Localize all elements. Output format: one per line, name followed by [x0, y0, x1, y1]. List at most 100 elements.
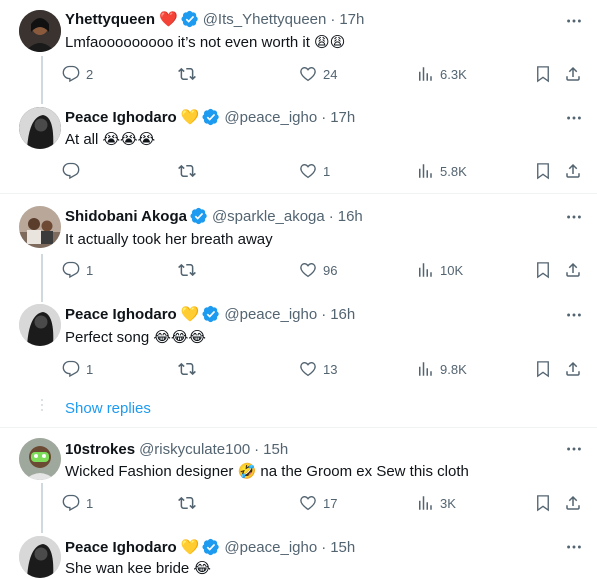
views-button[interactable]: 6.3K	[416, 63, 467, 85]
avatar[interactable]	[19, 438, 61, 480]
heart-icon	[300, 67, 316, 82]
verified-icon	[181, 10, 198, 28]
handle[interactable]: @Its_Yhettyqueen	[203, 11, 327, 28]
tweet-text: At all 😭😭😭	[65, 131, 156, 148]
reply-button[interactable]: 1	[62, 358, 93, 380]
timestamp[interactable]: 17h	[339, 11, 364, 28]
reply-button[interactable]: 2	[62, 63, 93, 85]
more-options-icon[interactable]	[564, 108, 584, 128]
like-button[interactable]: 13	[299, 358, 337, 380]
tweet-text: Lmfaooooooooo it’s not even worth it 😩😩	[65, 34, 346, 51]
handle[interactable]: @sparkle_akoga	[212, 208, 325, 225]
verified-icon	[202, 305, 220, 323]
views-icon	[419, 362, 432, 376]
tweet-text: Wicked Fashion designer 🤣 na the Groom e…	[65, 463, 469, 480]
timestamp[interactable]: 16h	[338, 208, 363, 225]
bookmark-icon	[537, 361, 549, 378]
more-options-icon[interactable]	[564, 305, 584, 325]
reply-button[interactable]: 1	[62, 259, 93, 281]
thread-dots	[40, 399, 44, 414]
bookmark-button[interactable]	[534, 492, 552, 514]
share-button[interactable]	[564, 492, 582, 514]
share-button[interactable]	[564, 259, 582, 281]
like-button[interactable]: 24	[299, 63, 337, 85]
avatar[interactable]	[19, 304, 61, 346]
tweet-text: She wan kee bride 😂	[65, 560, 211, 577]
share-icon	[566, 163, 580, 178]
bookmark-button[interactable]	[534, 63, 552, 85]
views-button[interactable]: 3K	[416, 492, 456, 514]
more-options-icon[interactable]	[564, 439, 584, 459]
like-count: 24	[323, 66, 338, 82]
yellow-heart-emoji-badge: 💛	[180, 538, 200, 556]
like-count: 1	[323, 163, 331, 179]
separator: ·	[321, 538, 327, 556]
handle[interactable]: @peace_igho	[224, 306, 317, 323]
display-name[interactable]: Peace Ighodaro	[65, 306, 177, 323]
display-name[interactable]: Peace Ighodaro	[65, 109, 177, 126]
retweet-icon	[178, 362, 196, 376]
display-name[interactable]: Shidobani Akoga	[65, 208, 187, 225]
retweet-button[interactable]	[178, 259, 202, 281]
separator: ·	[321, 305, 327, 323]
handle[interactable]: @riskyculate100	[139, 441, 250, 458]
avatar[interactable]	[19, 536, 61, 578]
separator: ·	[330, 10, 336, 28]
views-button[interactable]: 9.8K	[416, 358, 467, 380]
handle[interactable]: @peace_igho	[224, 539, 317, 556]
bookmark-button[interactable]	[534, 160, 552, 182]
retweet-button[interactable]	[178, 358, 202, 380]
share-icon	[566, 262, 580, 277]
thread-connector	[41, 483, 43, 533]
timestamp[interactable]: 15h	[263, 441, 288, 458]
bookmark-button[interactable]	[534, 259, 552, 281]
more-options-icon[interactable]	[564, 11, 584, 31]
heart-icon	[300, 362, 316, 377]
like-button[interactable]: 1	[299, 160, 330, 182]
verified-icon	[202, 538, 220, 556]
views-button[interactable]: 10K	[416, 259, 463, 281]
more-options-icon[interactable]	[564, 537, 584, 557]
views-icon	[419, 164, 432, 178]
divider	[0, 193, 597, 194]
share-button[interactable]	[564, 160, 582, 182]
avatar[interactable]	[19, 10, 61, 52]
like-button[interactable]: 17	[299, 492, 337, 514]
avatar[interactable]	[19, 206, 61, 248]
share-icon	[566, 361, 580, 376]
retweet-icon	[178, 263, 196, 277]
reply-button[interactable]	[62, 160, 86, 182]
reply-count: 1	[86, 361, 94, 377]
reply-icon	[62, 162, 80, 180]
handle[interactable]: @peace_igho	[224, 109, 317, 126]
bookmark-button[interactable]	[534, 358, 552, 380]
display-name[interactable]: Peace Ighodaro	[65, 539, 177, 556]
retweet-icon	[178, 164, 196, 178]
separator: ·	[254, 440, 260, 458]
timestamp[interactable]: 15h	[330, 539, 355, 556]
share-button[interactable]	[564, 358, 582, 380]
retweet-button[interactable]	[178, 63, 202, 85]
heart-emoji-badge: ❤️	[159, 10, 178, 28]
display-name[interactable]: Yhettyqueen	[65, 11, 155, 28]
like-button[interactable]: 96	[299, 259, 337, 281]
like-count: 13	[323, 361, 338, 377]
bookmark-icon	[537, 495, 549, 512]
reply-button[interactable]: 1	[62, 492, 93, 514]
timestamp[interactable]: 16h	[330, 306, 355, 323]
view-count: 9.8K	[440, 361, 467, 377]
views-icon	[419, 67, 432, 81]
more-options-icon[interactable]	[564, 207, 584, 227]
display-name[interactable]: 10strokes	[65, 441, 135, 458]
divider	[0, 427, 597, 428]
retweet-button[interactable]	[178, 492, 202, 514]
verified-icon	[190, 207, 207, 225]
show-replies-link[interactable]: Show replies	[65, 397, 151, 419]
timestamp[interactable]: 17h	[330, 109, 355, 126]
views-button[interactable]: 5.8K	[416, 160, 467, 182]
retweet-button[interactable]	[178, 160, 202, 182]
view-count: 6.3K	[440, 66, 467, 82]
avatar[interactable]	[19, 107, 61, 149]
share-button[interactable]	[564, 63, 582, 85]
share-icon	[566, 66, 580, 81]
